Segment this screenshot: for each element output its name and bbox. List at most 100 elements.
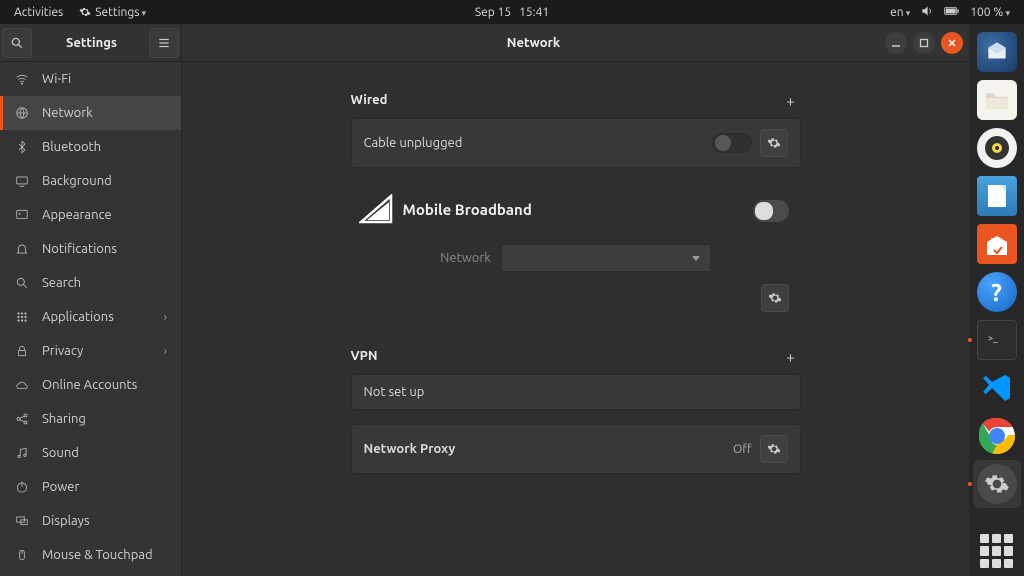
sidebar-item-applications[interactable]: Applications › [0,300,181,334]
dock-software[interactable] [973,220,1021,268]
wired-toggle[interactable] [712,133,752,153]
lock-icon [14,344,30,358]
mb-network-label: Network [440,251,491,265]
content-area: Wired + Cable unplugged [182,62,969,576]
minimize-button[interactable] [885,32,907,54]
chevron-right-icon: › [164,311,167,324]
dock-terminal[interactable]: >_ [973,316,1021,364]
input-language[interactable]: en [890,6,910,19]
sidebar-item-displays[interactable]: Displays [0,504,181,538]
sidebar-item-label: Privacy [42,344,83,358]
dock-files[interactable] [973,76,1021,124]
maximize-button[interactable] [913,32,935,54]
hamburger-button[interactable] [149,28,179,58]
sidebar-item-label: Power [42,480,79,494]
sidebar-item-sound[interactable]: Sound [0,436,181,470]
mobile-broadband-title: Mobile Broadband [403,201,532,218]
network-icon [14,106,30,120]
sidebar-item-label: Network [42,106,93,120]
bell-icon [14,242,30,256]
close-button[interactable] [941,32,963,54]
svg-text:>_: >_ [988,333,998,343]
show-applications-button[interactable] [980,534,1014,568]
mobile-broadband-icon [359,194,393,224]
displays-icon [14,514,30,528]
settings-menu[interactable]: Settings [79,6,146,19]
sidebar-item-label: Displays [42,514,90,528]
settings-window: Settings Network Wi-Fi Network Bluetooth… [0,24,969,576]
background-icon [14,174,30,188]
sidebar-item-label: Bluetooth [42,140,101,154]
mobile-broadband-toggle[interactable] [753,200,789,222]
proxy-card[interactable]: Network Proxy Off [351,424,801,474]
dock-help[interactable]: ? [973,268,1021,316]
battery-percent[interactable]: 100 % [970,6,1010,19]
proxy-state: Off [733,443,751,456]
sidebar-item-search[interactable]: Search [0,266,181,300]
clock[interactable]: Sep 1515:41 [475,6,549,19]
sidebar-item-label: Wi-Fi [42,72,71,86]
sidebar-item-network[interactable]: Network [0,96,181,130]
vpn-section-header: VPN + [351,346,801,366]
appearance-icon [14,208,30,222]
mb-network-select[interactable] [501,244,711,272]
dock-thunderbird[interactable] [973,28,1021,76]
sidebar-item-label: Sound [42,446,79,460]
sidebar-item-power[interactable]: Power [0,470,181,504]
top-panel: Activities Settings Sep 1515:41 en 100 % [0,0,1024,24]
mouse-icon [14,548,30,562]
grid-icon [14,310,30,324]
mobile-broadband-section: Mobile Broadband Network [351,194,801,312]
wifi-icon [14,72,30,86]
battery-icon [944,6,960,19]
wired-status: Cable unplugged [364,136,463,150]
titlebar: Settings Network [0,24,969,62]
add-wired-button[interactable]: + [781,90,801,110]
power-icon [14,480,30,494]
chevron-right-icon: › [164,345,167,358]
sidebar-item-online-accounts[interactable]: Online Accounts [0,368,181,402]
proxy-label: Network Proxy [364,442,456,456]
sidebar-item-privacy[interactable]: Privacy › [0,334,181,368]
dock-settings[interactable] [973,460,1021,508]
search-icon [14,276,30,290]
sidebar-item-label: Applications [42,310,114,324]
sidebar-item-sharing[interactable]: Sharing [0,402,181,436]
dock: ? >_ [969,24,1024,576]
dock-rhythmbox[interactable] [973,124,1021,172]
share-icon [14,412,30,426]
wired-heading: Wired [351,93,388,107]
volume-icon[interactable] [920,4,934,21]
search-button[interactable] [2,28,32,58]
sidebar-item-label: Notifications [42,242,117,256]
sidebar-item-wifi[interactable]: Wi-Fi [0,62,181,96]
wired-settings-button[interactable] [760,129,788,157]
sidebar: Wi-Fi Network Bluetooth Background Appea… [0,62,182,576]
sidebar-item-notifications[interactable]: Notifications [0,232,181,266]
vpn-heading: VPN [351,349,378,363]
dock-libreoffice[interactable] [973,172,1021,220]
sidebar-item-appearance[interactable]: Appearance [0,198,181,232]
page-title: Network [182,36,885,50]
bluetooth-icon [14,140,30,154]
add-vpn-button[interactable]: + [781,346,801,366]
sidebar-item-label: Mouse & Touchpad [42,548,153,562]
vpn-card: Not set up [351,374,801,410]
sidebar-item-label: Appearance [42,208,112,222]
dock-vscode[interactable] [973,364,1021,412]
dock-chrome[interactable] [973,412,1021,460]
proxy-settings-button[interactable] [760,435,788,463]
wired-section-header: Wired + [351,90,801,110]
cloud-icon [14,378,30,392]
wired-card: Cable unplugged [351,118,801,168]
sidebar-item-background[interactable]: Background [0,164,181,198]
sidebar-item-mouse-touchpad[interactable]: Mouse & Touchpad [0,538,181,572]
sidebar-item-label: Sharing [42,412,86,426]
sidebar-item-bluetooth[interactable]: Bluetooth [0,130,181,164]
music-icon [14,446,30,460]
activities-button[interactable]: Activities [14,6,63,19]
app-title: Settings [34,36,149,50]
mb-settings-button[interactable] [761,284,789,312]
sidebar-item-label: Background [42,174,112,188]
vpn-status: Not set up [364,385,425,399]
